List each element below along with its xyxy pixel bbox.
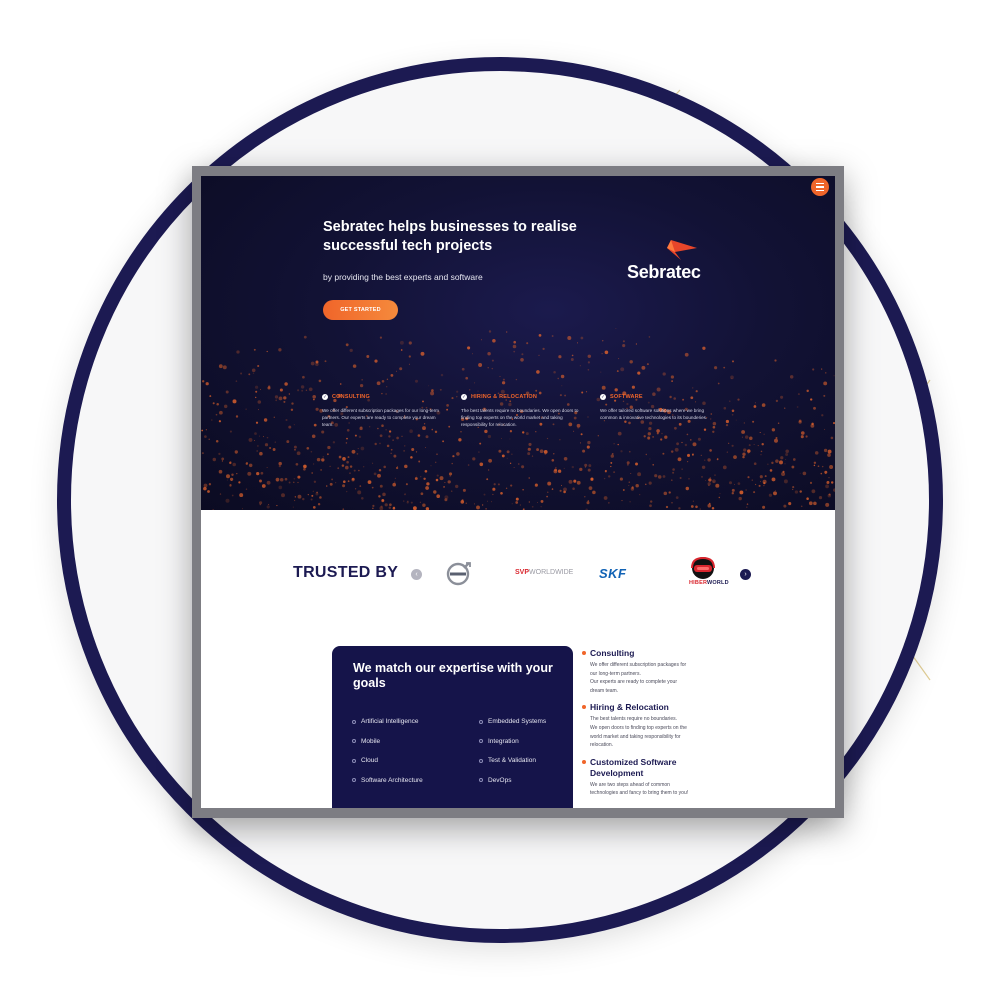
bullet-icon [582,705,586,710]
carousel-next-button[interactable]: › [740,569,751,580]
side-item-description: We are two steps ahead of common technol… [590,781,689,797]
svp-worldwide-logo[interactable]: SVPWORLDWIDE [515,569,573,576]
trusted-by-title: TRUSTED BY [293,564,399,581]
check-icon: ✓ [322,394,328,400]
hero-title: Sebratec helps businesses to realise suc… [323,219,577,254]
service-description: We offer tailored software solutions whe… [600,408,708,420]
side-item-hiring: Hiring & Relocation The best talents req… [582,702,722,749]
side-item-consulting: Consulting We offer different subscripti… [582,648,722,695]
chevron-right-icon: › [744,571,747,578]
menu-button[interactable] [811,178,829,196]
service-title: HIRING & RELOCATION [471,394,538,400]
skf-logo[interactable]: SKF [599,566,627,581]
bullet-icon [479,778,483,783]
expertise-list-left: Artificial Intelligence Mobile Cloud Sof… [352,712,423,790]
list-item: Artificial Intelligence [352,712,423,732]
bullet-icon [479,739,483,744]
list-item: Test & Validation [479,751,546,771]
bullet-icon [352,778,356,783]
hamburger-icon [816,186,824,188]
get-started-button[interactable]: GET STARTED [323,300,398,320]
chevron-left-icon: ‹ [415,571,418,578]
hamburger-icon [816,189,824,192]
hamburger-icon [816,182,824,185]
service-hiring: ✓ HIRING & RELOCATION The best talents r… [461,394,581,428]
bullet-icon [479,719,483,724]
service-title: CONSULTING [332,394,370,400]
volvo-logo-icon[interactable] [445,561,471,587]
list-item: Mobile [352,732,423,752]
list-item: Software Architecture [352,771,423,791]
hero-section: Sebratec helps businesses to realise suc… [201,176,835,510]
side-item-description: We offer different subscription packages… [590,662,687,694]
carousel-prev-button[interactable]: ‹ [411,569,422,580]
expertise-card: We match our expertise with your goals A… [332,646,573,808]
service-consulting: ✓ CONSULTING We offer different subscrip… [322,394,442,428]
expertise-list-right: Embedded Systems Integration Test & Vali… [479,712,546,790]
check-icon: ✓ [600,394,606,400]
bullet-icon [582,759,586,764]
brand-wordmark: Sebratec [627,262,701,282]
check-icon: ✓ [461,394,467,400]
service-description: We offer different subscription packages… [322,408,439,427]
service-title: SOFTWARE [610,394,643,400]
expertise-title: We match our expertise with your goals [353,661,553,690]
list-item: Embedded Systems [479,712,546,732]
hero-subtitle: by providing the best experts and softwa… [323,272,483,282]
bullet-icon [352,719,356,724]
list-item: Cloud [352,751,423,771]
bullet-icon [582,651,586,655]
website-screen: Sebratec helps businesses to realise suc… [201,176,835,808]
service-software: ✓ SOFTWARE We offer tailored software so… [600,394,720,421]
side-item-software: Customized Software Development We are t… [582,757,722,798]
list-item: Integration [479,732,546,752]
list-item: DevOps [479,771,546,791]
services-side-list: Consulting We offer different subscripti… [582,648,722,805]
bullet-icon [479,758,483,763]
vr-headset-icon[interactable] [687,556,719,580]
hiberworld-wordmark: HIBERWORLD [689,580,729,586]
trusted-by-section: TRUSTED BY ‹ SVPWORLDWIDE SKF HIBERWORLD [201,510,835,640]
bullet-icon [352,758,356,763]
service-description: The best talents require no boundaries. … [461,408,579,427]
monitor-frame: Sebratec helps businesses to realise suc… [192,166,844,818]
side-item-description: The best talents require no boundaries. … [590,716,687,749]
bullet-icon [352,739,356,744]
